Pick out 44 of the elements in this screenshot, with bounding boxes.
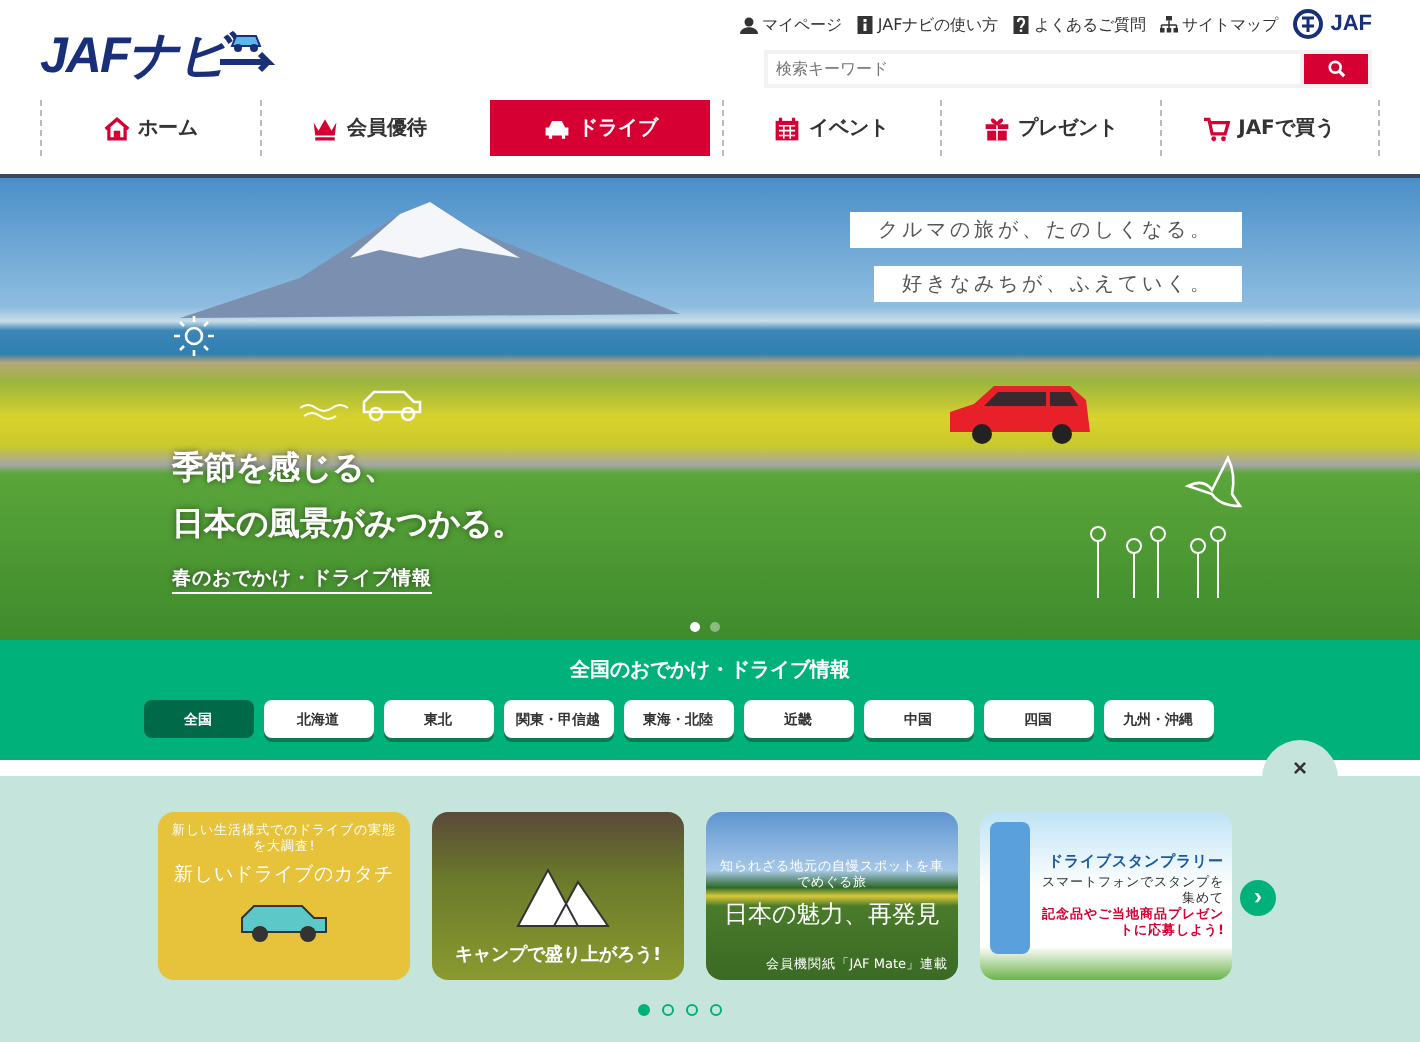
question-icon [1012, 15, 1031, 33]
hero-headline: 季節を感じる、 [172, 448, 396, 490]
nav-tab[interactable]: プレゼント [940, 100, 1159, 156]
gift-icon [983, 115, 1010, 141]
search-icon [1327, 60, 1345, 78]
emblem-icon [1292, 8, 1325, 40]
bird-doodle-icon [1184, 454, 1244, 510]
nav-tab[interactable]: イベント [721, 100, 940, 156]
search-field[interactable]: 検索キーワード [764, 50, 1372, 88]
top-link[interactable]: サイトマップ [1160, 13, 1279, 35]
cart-icon [1204, 115, 1231, 141]
banner-title: 日本の魅力、再発見 [724, 898, 940, 933]
calendar-icon [774, 115, 801, 141]
carousel-dot[interactable] [638, 1004, 650, 1016]
phone-drawing [990, 822, 1030, 954]
top-link[interactable]: マイページ [739, 13, 842, 35]
hero-link[interactable]: 春のおでかけ・ドライブ情報 [172, 566, 432, 594]
nav-tab[interactable]: ドライブ [490, 100, 709, 156]
person-icon [739, 15, 758, 33]
brand-name[interactable]: JAF [1330, 12, 1372, 36]
search-button[interactable] [1304, 54, 1368, 84]
nav-tab[interactable]: JAFで買う [1159, 100, 1380, 156]
slide-dot[interactable] [710, 622, 720, 632]
carousel-dot[interactable] [710, 1004, 722, 1016]
crown-icon [312, 115, 339, 141]
carousel-dot[interactable] [662, 1004, 674, 1016]
sitemap-icon [1160, 15, 1179, 33]
slide-dot[interactable] [690, 622, 700, 632]
car-icon [543, 115, 570, 141]
nav-tab[interactable]: ホーム [40, 100, 259, 156]
hero-headline: 日本の風景がみつかる。 [172, 504, 524, 546]
flower-doodle-icon [1090, 522, 1230, 602]
tagline: 好きなみちが、ふえていく。 [874, 266, 1242, 302]
banner-title: 新しいドライブのカタチ [174, 861, 394, 888]
top-link[interactable]: よくあるご質問 [1012, 13, 1147, 35]
nav-tab[interactable]: 会員優待 [259, 100, 478, 156]
section-title: 全国のおでかけ・ドライブ情報 [570, 657, 850, 684]
carousel-dot[interactable] [686, 1004, 698, 1016]
sun-icon [172, 314, 216, 358]
tagline: クルマの旅が、たのしくなる。 [850, 212, 1242, 248]
banner-title: キャンプで盛り上がろう! [454, 942, 662, 968]
info-icon [855, 15, 874, 33]
top-link[interactable]: JAFナビの使い方 [855, 13, 999, 35]
home-icon [103, 115, 130, 141]
